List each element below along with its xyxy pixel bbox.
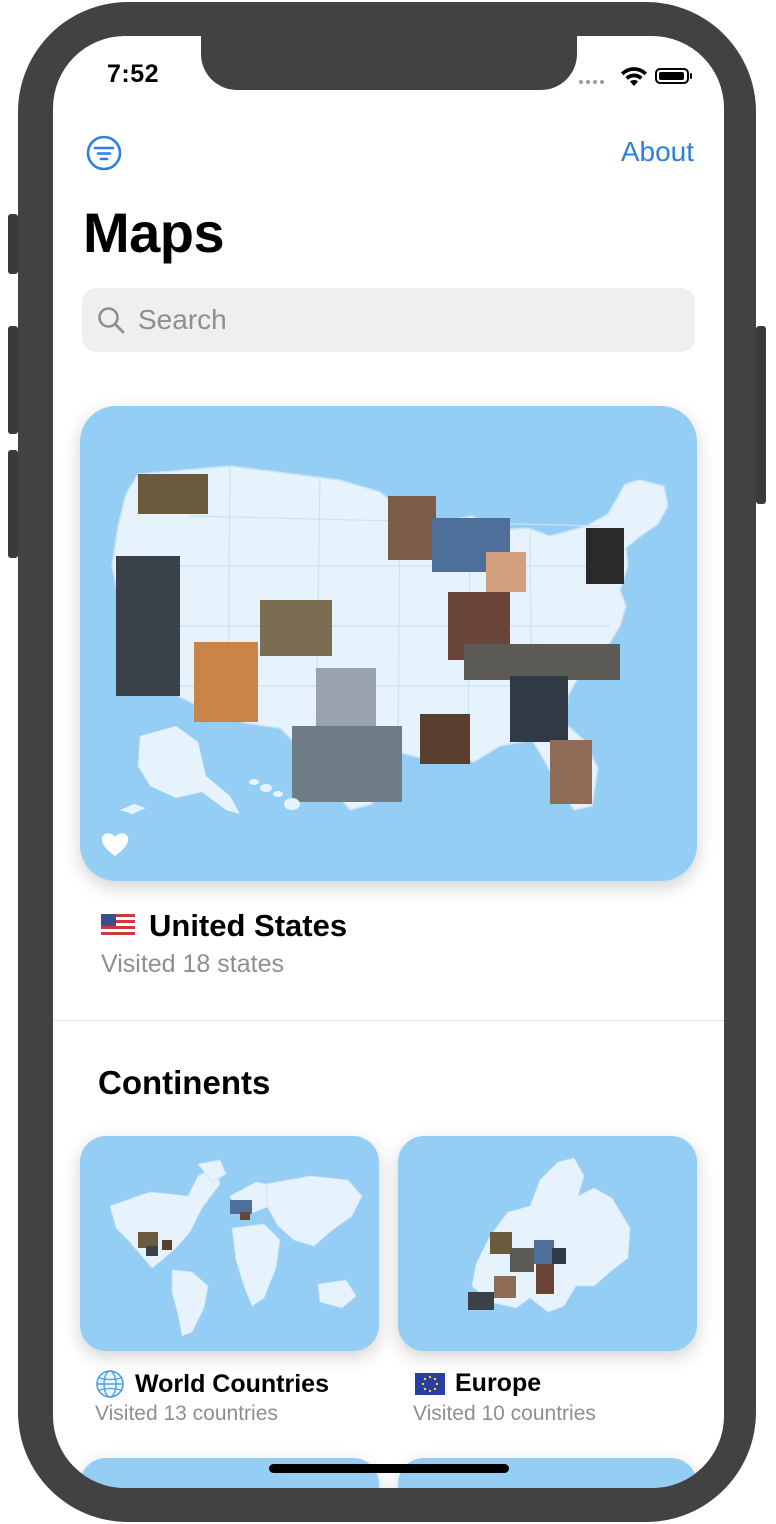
mute-switch — [8, 214, 18, 274]
visited-state-photo — [550, 740, 592, 804]
home-indicator[interactable] — [269, 1464, 509, 1473]
world-countries-subtitle: Visited 13 countries — [95, 1402, 278, 1425]
search-bar[interactable] — [82, 288, 695, 352]
visited-state-photo — [510, 676, 568, 742]
united-states-title: United States — [101, 908, 347, 944]
europe-name: Europe — [455, 1369, 542, 1397]
united-states-name: United States — [149, 908, 348, 943]
south-america-shape — [171, 1269, 209, 1337]
alaska-shape — [138, 726, 240, 814]
world-map-image — [109, 1159, 363, 1337]
alaska-islands — [120, 804, 146, 814]
page-title: Maps — [83, 201, 225, 264]
visited-state-photo — [486, 552, 526, 592]
next-map-card-left[interactable] — [80, 1458, 379, 1488]
favorite-heart-icon[interactable] — [100, 830, 130, 858]
status-time: 7:52 — [107, 60, 160, 88]
visited-state-photo — [420, 714, 470, 764]
visited-state-photo — [292, 726, 402, 802]
united-states-subtitle: Visited 18 states — [101, 950, 284, 978]
united-states-map-card[interactable] — [80, 406, 697, 881]
screen: 7:52 About Maps Search United States Vis… — [53, 36, 724, 1488]
world-countries-map-card[interactable] — [80, 1136, 379, 1351]
us-map-image — [111, 465, 669, 814]
eu-flag-icon — [415, 1372, 445, 1395]
power-button — [756, 326, 766, 504]
us-flag-icon — [101, 914, 135, 938]
north-america-shape — [109, 1165, 221, 1269]
visited-state-photo — [586, 528, 624, 584]
visited-state-photo — [194, 642, 258, 722]
visited-state-photo — [464, 644, 620, 680]
europe-map-card[interactable] — [398, 1136, 697, 1351]
notch — [201, 36, 577, 90]
europe-subtitle: Visited 10 countries — [413, 1402, 596, 1425]
volume-down-button — [8, 450, 18, 558]
wifi-icon — [621, 67, 647, 86]
world-countries-name: World Countries — [135, 1369, 329, 1398]
globe-icon — [96, 1370, 124, 1398]
next-map-card-right[interactable] — [398, 1458, 697, 1488]
visited-state-photo — [116, 556, 180, 696]
signal-icon — [579, 80, 604, 84]
europe-title: Europe — [415, 1369, 541, 1398]
search-input[interactable] — [136, 303, 680, 337]
visited-state-photo — [260, 600, 332, 656]
africa-shape — [231, 1223, 281, 1307]
asia-shape — [265, 1175, 363, 1247]
visited-state-photo — [138, 474, 208, 514]
status-icons — [579, 64, 699, 90]
filter-icon[interactable] — [86, 135, 122, 171]
battery-icon — [655, 68, 692, 84]
about-button[interactable]: About — [621, 136, 694, 168]
search-icon — [98, 307, 125, 334]
section-divider — [53, 1020, 724, 1021]
volume-up-button — [8, 326, 18, 434]
continents-section-title: Continents — [98, 1064, 271, 1101]
world-countries-title: World Countries — [95, 1369, 329, 1399]
visited-state-photo — [388, 496, 436, 560]
europe-map-image — [468, 1157, 631, 1313]
australia-shape — [317, 1279, 357, 1309]
